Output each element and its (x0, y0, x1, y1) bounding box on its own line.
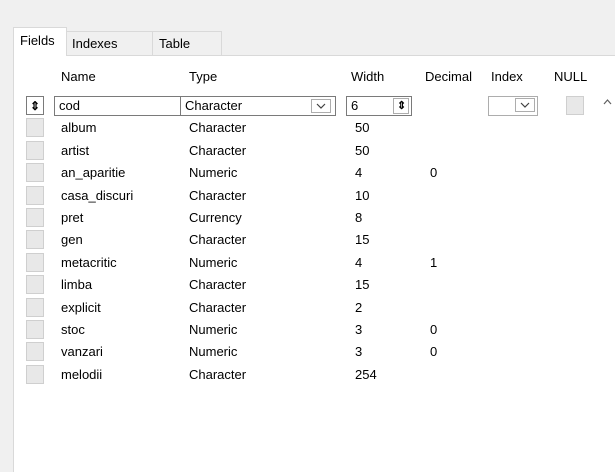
row-selector[interactable] (26, 275, 44, 295)
field-width: 3 (355, 322, 363, 337)
name-input[interactable]: cod (54, 96, 200, 116)
tab-indexes[interactable]: Indexes (65, 31, 153, 55)
field-width: 2 (355, 299, 363, 315)
field-type: Character (189, 187, 247, 203)
chevron-down-icon (316, 103, 326, 109)
field-row[interactable]: limba Character 15 (26, 274, 615, 296)
up-down-arrows-icon: ⇕ (397, 100, 407, 112)
row-selector[interactable] (26, 320, 44, 339)
chevron-up-icon[interactable] (603, 99, 612, 105)
field-width: 3 (355, 344, 363, 360)
row-selector-current[interactable]: ⇕ (26, 96, 44, 115)
col-header-decimal: Decimal (425, 69, 472, 84)
field-name: artist (61, 142, 90, 158)
field-row[interactable]: stoc Numeric 3 0 (26, 319, 615, 341)
vertical-scrollbar[interactable] (600, 96, 615, 472)
field-type: Currency (189, 210, 242, 225)
type-dropdown-button[interactable] (311, 99, 331, 113)
row-selector[interactable] (26, 297, 44, 317)
field-decimal: 0 (430, 165, 438, 181)
tab-table[interactable]: Table (152, 31, 222, 55)
field-name: gen (61, 232, 83, 248)
field-row[interactable]: artist Character 50 (26, 140, 615, 162)
field-name: explicit (61, 299, 101, 315)
field-row[interactable]: gen Character 15 (26, 229, 615, 251)
col-header-null: NULL (554, 69, 588, 84)
index-dropdown-button[interactable] (515, 98, 535, 112)
field-name: vanzari (61, 344, 103, 360)
type-select[interactable]: Character (180, 96, 336, 116)
row-selector[interactable] (26, 118, 44, 138)
field-row-current[interactable]: ⇕ cod Character 6 ⇕ (26, 95, 615, 117)
field-row[interactable]: an_aparitie Numeric 4 0 (26, 162, 615, 184)
field-name: limba (61, 277, 93, 293)
index-select[interactable] (488, 96, 538, 116)
field-width: 10 (355, 187, 370, 203)
field-width: 15 (355, 277, 370, 293)
field-name: casa_discuri (61, 187, 134, 203)
field-row[interactable]: explicit Character 2 (26, 297, 615, 319)
field-row[interactable]: casa_discuri Character 10 (26, 185, 615, 207)
row-selector[interactable] (26, 230, 44, 250)
field-decimal: 0 (430, 322, 438, 337)
field-type: Numeric (189, 322, 238, 337)
field-row[interactable]: album Character 50 (26, 117, 615, 139)
field-type: Character (189, 277, 247, 293)
row-selector[interactable] (26, 140, 44, 160)
width-stepper[interactable]: 6 ⇕ (346, 96, 412, 116)
field-type: Numeric (189, 165, 238, 181)
up-down-arrows-icon: ⇕ (30, 99, 41, 113)
field-name: pret (61, 210, 84, 225)
field-row[interactable]: vanzari Numeric 3 0 (26, 341, 615, 363)
col-header-name: Name (61, 69, 96, 84)
field-type: Character (189, 366, 247, 382)
col-header-width: Width (351, 69, 385, 84)
col-header-type: Type (189, 69, 218, 84)
row-selector[interactable] (26, 185, 44, 205)
field-width: 8 (355, 210, 363, 225)
field-width: 50 (355, 120, 370, 136)
field-width: 50 (355, 142, 370, 158)
field-width: 4 (355, 165, 363, 181)
row-selector[interactable] (26, 342, 44, 362)
field-decimal: 0 (430, 344, 438, 360)
field-type: Character (189, 299, 247, 315)
null-checkbox[interactable] (566, 96, 584, 115)
tab-fields[interactable]: Fields (13, 27, 67, 56)
field-type: Character (189, 142, 247, 158)
field-decimal: 1 (430, 254, 438, 270)
field-name: metacritic (61, 254, 117, 270)
row-selector[interactable] (26, 252, 44, 272)
row-selector[interactable] (26, 208, 44, 227)
field-width: 254 (355, 366, 377, 382)
field-type: Numeric (189, 344, 238, 360)
field-row[interactable]: melodii Character 254 (26, 364, 615, 386)
field-row[interactable]: metacritic Numeric 4 1 (26, 252, 615, 274)
field-name: stoc (61, 322, 85, 337)
row-selector[interactable] (26, 163, 44, 183)
field-width: 4 (355, 254, 363, 270)
field-width: 15 (355, 232, 370, 248)
width-spinner-button[interactable]: ⇕ (393, 98, 409, 114)
chevron-down-icon (520, 102, 530, 108)
field-name: album (61, 120, 97, 136)
field-type: Numeric (189, 254, 238, 270)
field-name: melodii (61, 366, 103, 382)
field-row[interactable]: pret Currency 8 (26, 207, 615, 229)
col-header-index: Index (491, 69, 523, 84)
field-type: Character (189, 120, 247, 136)
field-type: Character (189, 232, 247, 248)
row-selector[interactable] (26, 364, 44, 384)
field-name: an_aparitie (61, 165, 126, 181)
